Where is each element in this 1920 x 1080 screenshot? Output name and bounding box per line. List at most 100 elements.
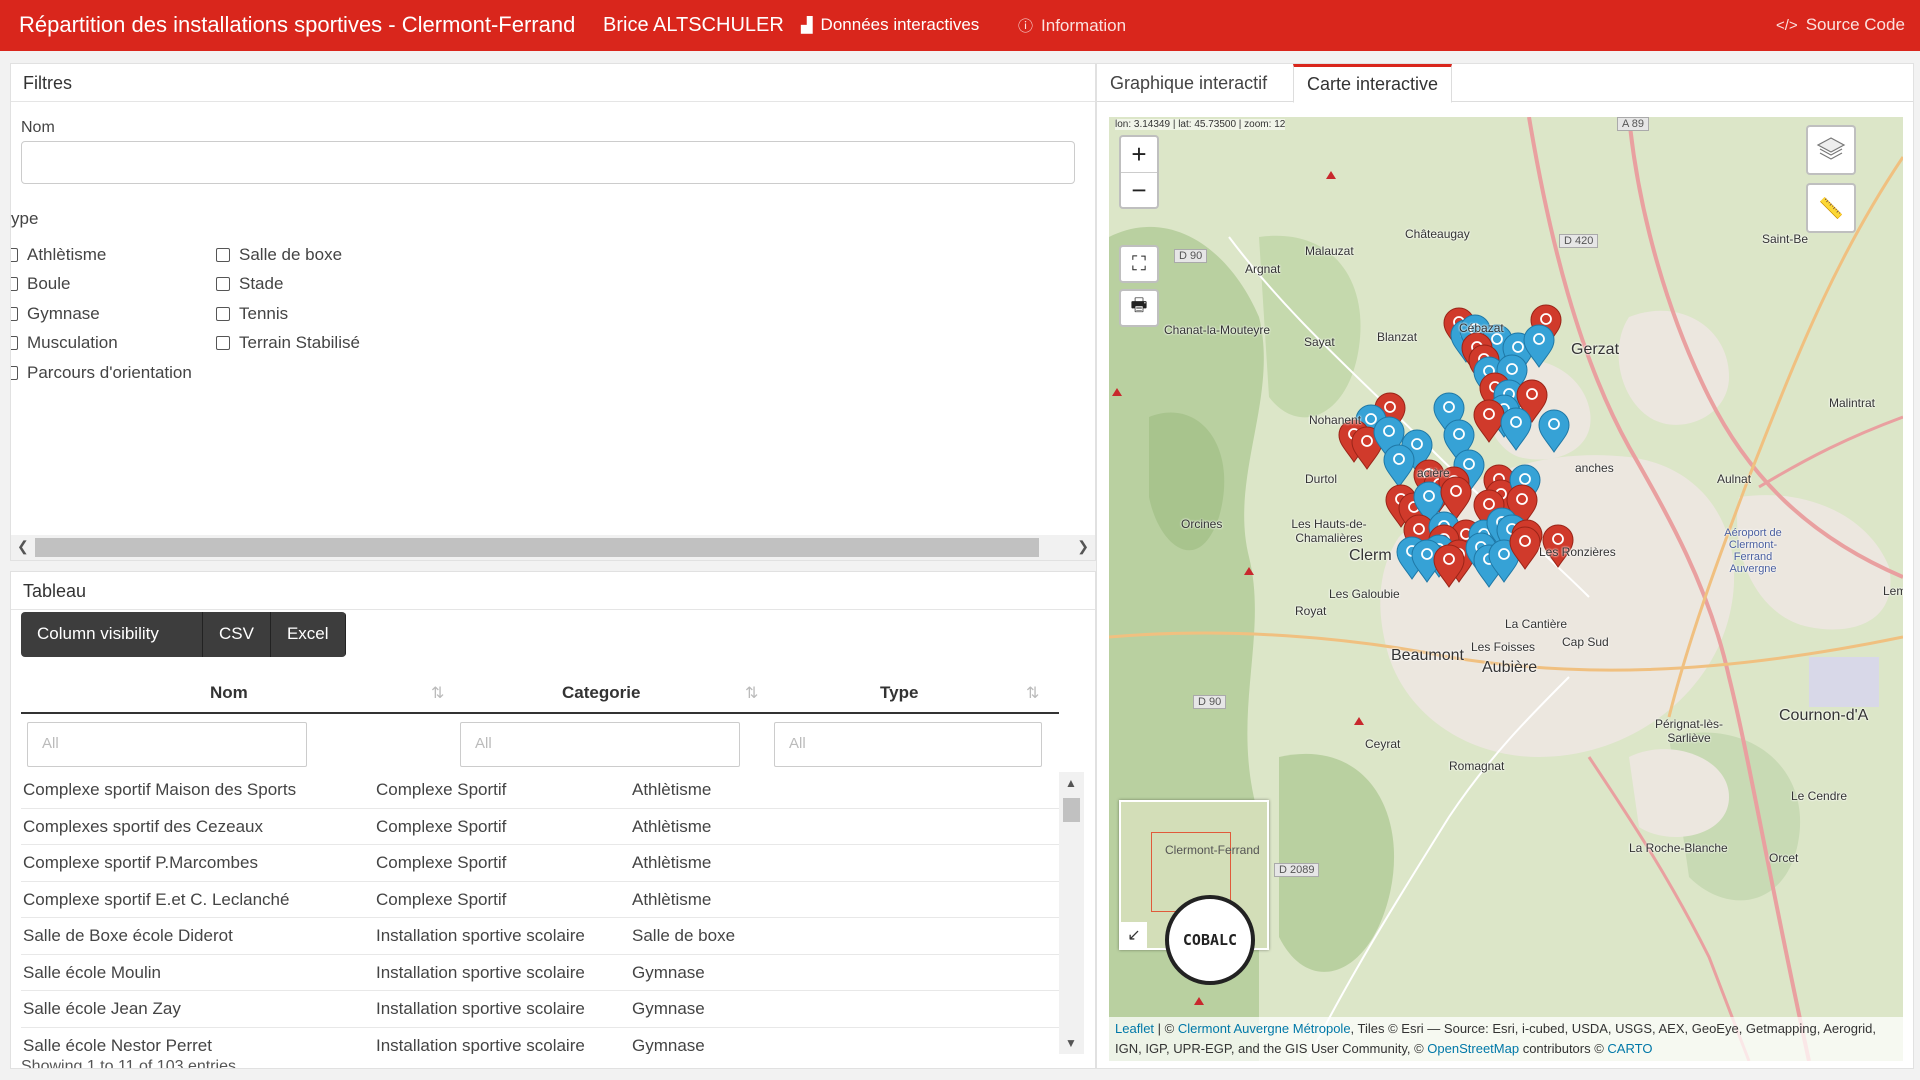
- cell-nom: Salle école Moulin: [23, 962, 161, 982]
- cell-type: Athlètisme: [632, 853, 712, 872]
- place-label: Romagnat: [1449, 759, 1505, 773]
- road-label: D 420: [1559, 234, 1599, 248]
- table-row[interactable]: Complexe sportif E.et C. Leclanché Comple…: [21, 882, 1059, 918]
- table-header-divider: [21, 712, 1059, 714]
- horizontal-scrollbar[interactable]: ❮ ❯: [11, 535, 1095, 560]
- table-row[interactable]: Complexe sportif P.Marcombes Complexe Spo…: [21, 845, 1059, 882]
- place-label: Les Ronzières: [1539, 545, 1616, 559]
- cell-categorie: Complexe Sportif: [376, 853, 507, 872]
- checkbox[interactable]: [216, 336, 230, 350]
- type-checkbox-stade[interactable]: Stade: [216, 274, 283, 294]
- type-checkbox-terrain-stabilise[interactable]: Terrain Stabilisé: [216, 333, 360, 353]
- scroll-up-icon[interactable]: ▲: [1065, 776, 1077, 790]
- layers-control-button[interactable]: [1806, 125, 1856, 175]
- place-label: Sayat: [1304, 335, 1335, 349]
- table-row[interactable]: Salle école Nestor Perret Installation sp…: [21, 1028, 1059, 1055]
- column-header-nom[interactable]: Nom: [210, 683, 248, 703]
- place-label: Malintrat: [1829, 396, 1876, 410]
- scrollbar-thumb[interactable]: [35, 538, 1039, 557]
- zoom-out-button[interactable]: −: [1121, 172, 1157, 207]
- column-header-categorie[interactable]: Categorie: [562, 683, 640, 703]
- carto-link[interactable]: CARTO: [1607, 1041, 1652, 1056]
- bar-chart-icon: ▟: [801, 17, 813, 34]
- cell-type: Gymnase: [632, 1035, 705, 1055]
- type-checkbox-gymnase[interactable]: Gymnase: [11, 304, 100, 324]
- name-filter-input[interactable]: [21, 141, 1075, 184]
- cell-type: Athlètisme: [632, 816, 712, 836]
- filter-type-input[interactable]: All: [774, 722, 1042, 767]
- type-checkbox-parcours[interactable]: Parcours d'orientation: [11, 363, 192, 383]
- nav-donnees-interactives[interactable]: ▟ Données interactives: [801, 15, 979, 35]
- place-label: Ceyrat: [1365, 737, 1401, 751]
- checkbox[interactable]: [216, 277, 230, 291]
- scroll-right-icon[interactable]: ❯: [1077, 538, 1089, 555]
- checkbox[interactable]: [11, 277, 18, 291]
- table-row[interactable]: Complexe sportif Maison des Sports Comple…: [21, 772, 1059, 809]
- tab-carte-interactive[interactable]: Carte interactive: [1293, 64, 1453, 103]
- filter-categorie-input[interactable]: All: [460, 722, 740, 767]
- table-row[interactable]: Salle de Boxe école Diderot Installation …: [21, 918, 1059, 955]
- sort-icon[interactable]: ⇅: [1026, 683, 1039, 703]
- measure-control-button[interactable]: 📏: [1806, 183, 1856, 233]
- filters-title: Filtres: [11, 64, 1095, 102]
- checkbox[interactable]: [216, 248, 230, 262]
- place-label: Les Foisses: [1471, 640, 1536, 654]
- tab-bar: Graphique interactif Carte interactive: [1097, 64, 1913, 103]
- print-button[interactable]: 🖶: [1119, 289, 1159, 327]
- leaflet-link[interactable]: Leaflet: [1115, 1021, 1154, 1036]
- type-checkbox-boule[interactable]: Boule: [11, 274, 70, 294]
- cell-type: Gymnase: [632, 999, 705, 1018]
- checkbox-label: Stade: [239, 274, 284, 293]
- nav-information[interactable]: ⓘ Information: [1018, 15, 1126, 36]
- nav-source-code[interactable]: </> Source Code: [1776, 15, 1905, 35]
- sort-icon[interactable]: ⇅: [431, 683, 444, 703]
- cell-nom: Complexe sportif Maison des Sports: [23, 780, 297, 799]
- excel-button[interactable]: Excel: [270, 612, 346, 657]
- scroll-left-icon[interactable]: ❮: [17, 538, 29, 555]
- checkbox[interactable]: [11, 307, 18, 321]
- blue-map-marker[interactable]: [1383, 444, 1415, 488]
- cell-categorie: Installation sportive scolaire: [376, 962, 585, 982]
- place-label: Cap Sud: [1562, 635, 1609, 649]
- fullscreen-button[interactable]: ⛶: [1119, 245, 1159, 283]
- tab-graphique-interactif[interactable]: Graphique interactif: [1097, 64, 1280, 103]
- scroll-down-icon[interactable]: ▼: [1065, 1036, 1077, 1050]
- checkbox[interactable]: [11, 366, 18, 380]
- cell-type: Athlètisme: [632, 889, 712, 909]
- code-icon: </>: [1776, 16, 1798, 34]
- blue-map-marker[interactable]: [1500, 407, 1532, 451]
- place-label: Durtol: [1305, 472, 1338, 486]
- blue-map-marker[interactable]: [1538, 409, 1570, 453]
- sort-icon[interactable]: ⇅: [745, 683, 758, 703]
- place-label: Cébazat: [1459, 321, 1504, 335]
- place-label: Argnat: [1245, 262, 1281, 276]
- table-row[interactable]: Salle école Moulin Installation sportive …: [21, 955, 1059, 991]
- cell-type: Salle de boxe: [632, 926, 736, 945]
- checkbox[interactable]: [216, 307, 230, 321]
- table-buttons: Column visibility CSV Excel: [21, 612, 346, 657]
- column-visibility-button[interactable]: Column visibility: [21, 612, 203, 657]
- zoom-in-button[interactable]: +: [1121, 137, 1157, 172]
- checkbox[interactable]: [11, 336, 18, 350]
- type-checkbox-tennis[interactable]: Tennis: [216, 304, 288, 324]
- place-label: Châteaugay: [1405, 227, 1470, 241]
- scrollbar-thumb[interactable]: [1063, 798, 1080, 822]
- clermont-metropole-link[interactable]: Clermont Auvergne Métropole: [1178, 1021, 1351, 1036]
- type-checkbox-salle-de-boxe[interactable]: Salle de boxe: [216, 245, 342, 265]
- place-label: Blanzat: [1377, 330, 1418, 344]
- table-row[interactable]: Complexes sportif des Cezeaux Complexe Sp…: [21, 809, 1059, 845]
- checkbox[interactable]: [11, 248, 18, 262]
- interactive-map[interactable]: Châteaugay Malauzat Argnat Gerzat Chanat…: [1109, 117, 1903, 1061]
- place-label: Beaumont: [1391, 647, 1464, 664]
- app-title[interactable]: Répartition des installations sportives …: [19, 12, 575, 38]
- openstreetmap-link[interactable]: OpenStreetMap: [1427, 1041, 1519, 1056]
- type-checkbox-musculation[interactable]: Musculation: [11, 333, 118, 353]
- vertical-scrollbar[interactable]: ▲ ▼: [1059, 772, 1084, 1054]
- filter-nom-input[interactable]: All: [27, 722, 307, 767]
- red-map-marker[interactable]: [1473, 399, 1505, 443]
- table-row[interactable]: Salle école Jean Zay Installation sportiv…: [21, 991, 1059, 1028]
- minimap-toggle-icon[interactable]: ↙: [1121, 922, 1147, 948]
- column-header-type[interactable]: Type: [880, 683, 918, 703]
- csv-button[interactable]: CSV: [203, 612, 271, 657]
- type-checkbox-athletisme[interactable]: Athlètisme: [11, 245, 106, 265]
